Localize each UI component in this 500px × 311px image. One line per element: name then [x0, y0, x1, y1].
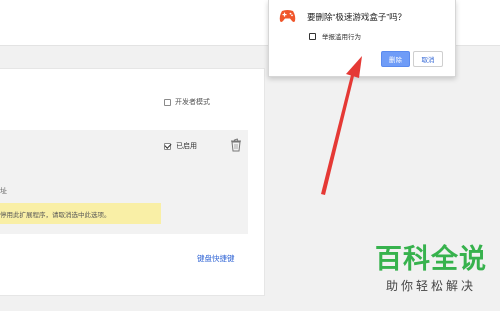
report-abuse-option[interactable]: 举报滥用行为 [309, 31, 361, 41]
enabled-toggle[interactable]: 已启用 [164, 141, 197, 151]
trash-icon[interactable] [230, 138, 242, 152]
developer-mode-label: 开发者模式 [175, 99, 210, 106]
developer-mode-checkbox[interactable] [164, 98, 171, 106]
watermark-subtitle: 助你轻松解决 [385, 279, 476, 293]
keyboard-shortcuts-link[interactable]: 键盘快捷键 [197, 253, 235, 264]
watermark-title: 百科全说 [375, 244, 487, 275]
watermark-logo: 百科全说 助你轻松解决 [367, 244, 495, 306]
remove-extension-dialog: 要删除“极速游戏盒子”吗？ 举报滥用行为 删除 取消 [268, 0, 456, 77]
developer-mode-toggle[interactable]: 开发者模式 [164, 97, 210, 107]
dialog-title: 要删除“极速游戏盒子”吗？ [307, 12, 407, 22]
delete-button[interactable]: 删除 [381, 51, 410, 67]
warning-text: 停用此扩展程序，请取消选中此选项。 [0, 211, 111, 219]
warning-banner: 停用此扩展程序，请取消选中此选项。 [0, 203, 161, 224]
enabled-label: 已启用 [176, 143, 197, 150]
address-text: 址 [0, 188, 7, 195]
gamepad-icon [279, 10, 296, 22]
report-abuse-label: 举报滥用行为 [322, 34, 361, 41]
report-abuse-checkbox[interactable] [309, 32, 316, 40]
cancel-button[interactable]: 取消 [413, 51, 443, 67]
enabled-checkbox[interactable] [164, 142, 171, 150]
